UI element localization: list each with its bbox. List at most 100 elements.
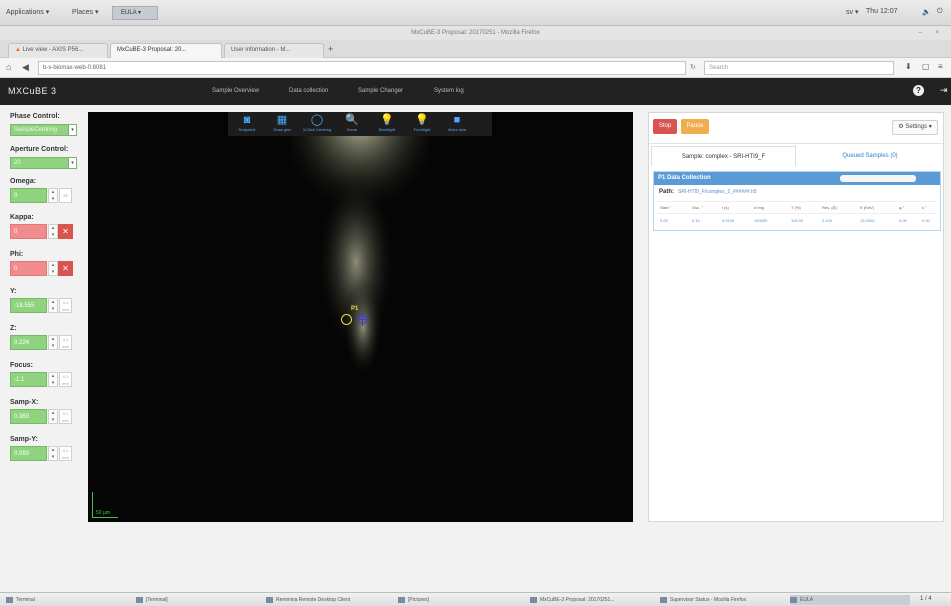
nav-system-log[interactable]: System log xyxy=(434,88,464,94)
tab-live-view[interactable]: ▲ Live view - AXIS P56... xyxy=(8,43,108,58)
z-input[interactable]: 0.224 xyxy=(10,335,47,350)
y-input[interactable]: -18.555 xyxy=(10,298,47,313)
frontlight-button[interactable]: 💡 Frontlight xyxy=(405,114,439,132)
focus-stepper[interactable]: ▴ ▾ xyxy=(48,372,58,387)
samp-x-label: Samp-X: xyxy=(10,399,39,406)
zoom-label: Zoom xyxy=(346,127,358,132)
path-value[interactable]: SRI-HTI9_F/complex_2_######.h5 xyxy=(678,189,757,195)
app-brand[interactable]: MXCuBE 3 xyxy=(8,86,57,96)
tab-queued-samples[interactable]: Queued Samples (0) xyxy=(799,146,941,166)
task-terminal-2[interactable]: [Terminal] xyxy=(136,595,256,605)
aperture-control-select[interactable]: 20 ▾ xyxy=(10,157,77,169)
phi-input[interactable]: 0 xyxy=(10,261,47,276)
focus-input[interactable]: -1.1 xyxy=(10,372,47,387)
samp-x-step-input[interactable]: 0.1 mm xyxy=(59,409,72,424)
three-click-centring-button[interactable]: ◯ 3-Click Centring xyxy=(300,114,334,132)
url-bar[interactable]: b-v-biomax-web-0:8081 xyxy=(38,61,686,75)
phi-stop-button[interactable]: ✕ xyxy=(58,261,73,276)
omega-input[interactable]: 0 xyxy=(10,188,47,203)
hamburger-menu-icon[interactable]: ≡ xyxy=(938,62,943,71)
data-collection-item[interactable]: P1 Data Collection Path: SRI-HTI9_F/comp… xyxy=(653,171,941,231)
phase-control-value: SampleCentring xyxy=(14,127,58,133)
places-menu[interactable]: Places ▾ xyxy=(72,8,98,16)
samp-y-step-input[interactable]: 0.1 mm xyxy=(59,446,72,461)
volume-icon[interactable]: 🔈 xyxy=(922,8,931,16)
applications-menu[interactable]: Applications ▾ xyxy=(6,8,49,16)
divider xyxy=(649,143,943,144)
omega-step-input[interactable]: 90 xyxy=(59,188,72,203)
nav-sample-changer[interactable]: Sample Changer xyxy=(358,88,403,94)
eula-label: EULA ▾ xyxy=(121,10,142,16)
home-icon[interactable]: ⌂ xyxy=(6,62,11,72)
draw-grid-button[interactable]: ▦ Draw grid xyxy=(265,114,299,132)
omega-stepper[interactable]: ▴ ▾ xyxy=(48,188,58,203)
task-terminal[interactable]: Terminal xyxy=(6,595,126,605)
z-step-input[interactable]: 0.1 mm xyxy=(59,335,72,350)
centring-label: 3-Click Centring xyxy=(302,127,332,132)
phi-stepper[interactable]: ▴ ▾ xyxy=(48,261,58,276)
data-collection-title: P1 Data Collection xyxy=(658,175,711,181)
snapshot-button[interactable]: ◙ Snapshot xyxy=(230,114,264,132)
window-controls[interactable]: – × xyxy=(918,26,945,40)
kappa-stepper[interactable]: ▴ ▾ xyxy=(48,224,58,239)
task-pictures[interactable]: [Pictures] xyxy=(398,595,518,605)
settings-button[interactable]: ⚙ Settings ▾ xyxy=(892,120,938,135)
video-size-button[interactable]: ■ Video size xyxy=(440,114,474,132)
y-step-input[interactable]: 0.1 mm xyxy=(59,298,72,313)
new-tab-button[interactable]: + xyxy=(328,44,333,54)
value-phi: 0.00 xyxy=(899,218,907,223)
logout-icon[interactable]: ⇥ xyxy=(940,85,948,96)
clock[interactable]: Thu 12:07 xyxy=(866,8,898,15)
sample-video-view[interactable]: ◙ Snapshot ▦ Draw grid ◯ 3-Click Centring 🔍… xyxy=(88,112,633,522)
search-input[interactable]: Search xyxy=(704,61,894,75)
video-toolbar: ◙ Snapshot ▦ Draw grid ◯ 3-Click Centring 🔍… xyxy=(228,112,492,136)
chevron-down-icon: ▾ xyxy=(68,125,76,135)
task-eula[interactable]: EULA xyxy=(790,595,910,605)
samp-x-stepper[interactable]: ▴ ▾ xyxy=(48,409,58,424)
queue-panel: Stop Pause ⚙ Settings ▾ Sample: complex … xyxy=(648,112,944,522)
focus-step-input[interactable]: 0.1 mm xyxy=(59,372,72,387)
tab-user-information[interactable]: User information - M... xyxy=(224,43,324,58)
help-icon[interactable]: ? xyxy=(913,85,924,96)
sidebar-icon[interactable]: ▢ xyxy=(922,62,930,71)
task-mxcube-firefox[interactable]: MxCuBE-3 Proposal: 20170251... xyxy=(530,595,650,605)
header-phi: φ ° xyxy=(899,205,905,210)
mxcube-navbar: MXCuBE 3 Sample Overview Data collection… xyxy=(0,78,951,105)
grid-icon: ▦ xyxy=(276,114,288,126)
phase-control-select[interactable]: SampleCentring ▾ xyxy=(10,124,77,136)
language-menu[interactable]: sv ▾ xyxy=(846,8,858,16)
back-icon[interactable]: ◀ xyxy=(22,62,29,73)
z-stepper[interactable]: ▴ ▾ xyxy=(48,335,58,350)
tab-mxcube[interactable]: MxCuBE-3 Proposal: 20... xyxy=(110,43,222,58)
frontlight-label: Frontlight xyxy=(413,127,431,132)
header-images: # Img xyxy=(754,205,765,210)
power-icon[interactable]: ⏻ xyxy=(937,8,943,16)
frontlight-icon: 💡 xyxy=(415,114,429,126)
header-osc: Osc. ° xyxy=(692,205,703,210)
value-images: 100000 xyxy=(754,218,768,223)
backlight-button[interactable]: 💡 Backlight xyxy=(370,114,404,132)
focus-step-value: 0.1 xyxy=(62,374,69,379)
samp-x-input[interactable]: 0.369 xyxy=(10,409,47,424)
task-remmina[interactable]: Remmina Remote Desktop Client xyxy=(266,595,391,605)
z-label: Z: xyxy=(10,325,17,332)
centring-point-marker[interactable] xyxy=(341,314,352,325)
samp-y-stepper[interactable]: ▴ ▾ xyxy=(48,446,58,461)
task-supervisor-firefox[interactable]: Supervisor Status - Mozilla Firefox xyxy=(660,595,785,605)
workspace-indicator[interactable]: 1 / 4 xyxy=(920,596,932,602)
y-stepper[interactable]: ▴ ▾ xyxy=(48,298,58,313)
nav-data-collection[interactable]: Data collection xyxy=(289,88,328,94)
eula-window-button[interactable]: EULA ▾ xyxy=(112,6,158,20)
stop-queue-button[interactable]: Stop xyxy=(653,119,677,134)
header-kappa: κ ° xyxy=(922,205,927,210)
kappa-stop-button[interactable]: ✕ xyxy=(58,224,73,239)
tab-current-sample[interactable]: Sample: complex - SRI-HTI9_F xyxy=(651,146,796,166)
zoom-button[interactable]: 🔍 Zoom xyxy=(335,114,369,132)
reload-icon[interactable]: ↻ xyxy=(690,63,696,71)
kappa-input[interactable]: 0 xyxy=(10,224,47,239)
pause-queue-button[interactable]: Pause xyxy=(681,119,709,134)
samp-y-input[interactable]: 0.093 xyxy=(10,446,47,461)
chevron-down-icon: ▾ xyxy=(68,158,76,168)
nav-sample-overview[interactable]: Sample Overview xyxy=(212,88,259,94)
downloads-icon[interactable]: ⬇ xyxy=(905,62,912,71)
